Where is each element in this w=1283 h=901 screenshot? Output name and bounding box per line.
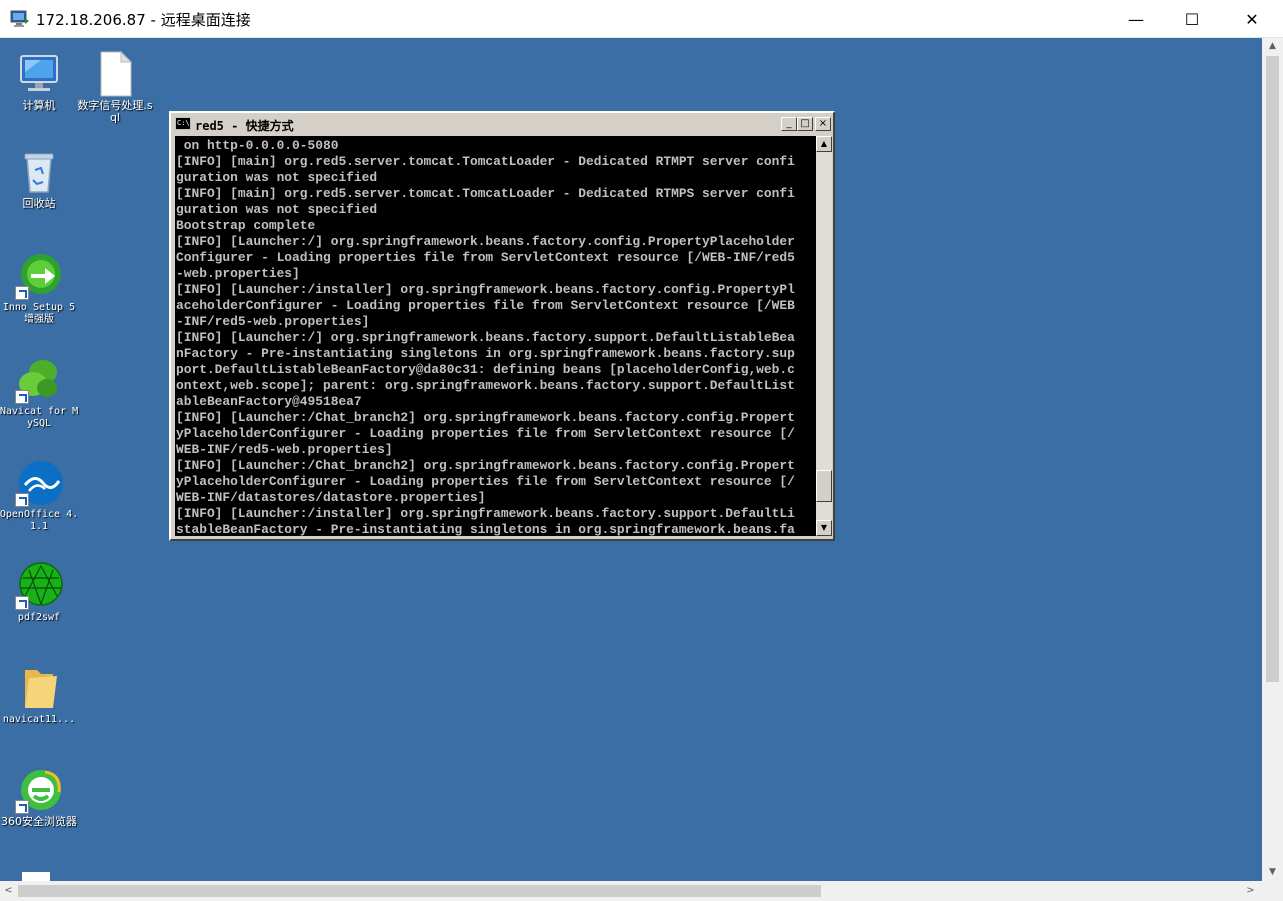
- minimize-icon: —: [1128, 9, 1144, 29]
- desktop-icon-label: 数字信号处理.sql: [77, 99, 153, 124]
- desktop-icon-360-browser[interactable]: 360安全浏览器: [0, 766, 79, 828]
- console-line: Bootstrap complete: [176, 218, 316, 233]
- maximize-icon: □: [800, 118, 810, 129]
- console-line: yPlaceholderConfigurer - Loading propert…: [176, 426, 795, 441]
- console-line: ontext,web.scope]; parent: org.springfra…: [176, 378, 795, 393]
- desktop-icon-label: OpenOffice 4.1.1: [0, 509, 79, 532]
- scroll-down-icon: ▼: [1269, 867, 1276, 877]
- desktop-icon-recycle-bin[interactable]: 回收站: [0, 148, 79, 210]
- desktop-icon-openoffice[interactable]: OpenOffice 4.1.1: [0, 459, 79, 533]
- shortcut-arrow-icon: [15, 800, 29, 814]
- partial-file-icon: [22, 872, 50, 881]
- console-line: yPlaceholderConfigurer - Loading propert…: [176, 474, 795, 489]
- desktop-icon-label: 计算机: [22, 99, 56, 112]
- desktop-icon-navicat11-folder[interactable]: navicat11...: [0, 664, 79, 726]
- desktop-icon-label: 360安全浏览器: [1, 815, 77, 828]
- desktop-icon-label: Navicat for MySQL: [0, 406, 79, 429]
- scroll-left-button[interactable]: <: [0, 881, 17, 901]
- console-close-button[interactable]: ×: [815, 117, 831, 131]
- navicat-icon: [15, 356, 63, 404]
- remote-desktop-icon: [10, 10, 29, 27]
- console-line: WEB-INF/red5-web.properties]: [176, 442, 393, 457]
- console-output[interactable]: on http-0.0.0.0-5080 [INFO] [main] org.r…: [175, 136, 816, 536]
- shortcut-arrow-icon: [15, 493, 29, 507]
- scroll-down-button[interactable]: ▼: [1262, 864, 1283, 881]
- scrollbar-corner: [1262, 881, 1283, 901]
- desktop-icon-label: pdf2swf: [17, 612, 61, 623]
- console-title: red5 - 快捷方式: [195, 119, 294, 133]
- desktop-icon-computer[interactable]: 计算机: [0, 50, 79, 112]
- vertical-scrollbar[interactable]: ▲ ▼: [1262, 38, 1283, 881]
- console-line: on http-0.0.0.0-5080: [176, 138, 339, 153]
- console-scroll-up-button[interactable]: ▲: [816, 136, 832, 152]
- console-line: [INFO] [main] org.red5.server.tomcat.Tom…: [176, 186, 795, 201]
- desktop-icon-navicat[interactable]: Navicat for MySQL: [0, 356, 79, 430]
- console-lines: on http-0.0.0.0-5080 [INFO] [main] org.r…: [176, 138, 816, 536]
- pdf2swf-icon: [15, 562, 63, 610]
- minimize-icon: _: [786, 118, 792, 129]
- desktop-icon-sql-file[interactable]: 数字信号处理.sql: [75, 50, 155, 124]
- console-line: ableBeanFactory@49518ea7: [176, 394, 362, 409]
- recycle-bin-icon: [15, 148, 63, 196]
- maximize-icon: ☐: [1184, 9, 1200, 29]
- shortcut-arrow-icon: [15, 286, 29, 300]
- horizontal-scroll-thumb[interactable]: [18, 885, 821, 897]
- desktop-icon-pdf2swf[interactable]: pdf2swf: [0, 562, 79, 624]
- folder-icon: [15, 664, 63, 712]
- minimize-button[interactable]: —: [1113, 0, 1159, 38]
- shortcut-arrow-icon: [15, 596, 29, 610]
- console-line: guration was not specified: [176, 170, 378, 185]
- maximize-button[interactable]: ☐: [1169, 0, 1215, 38]
- scroll-right-icon: >: [1246, 885, 1255, 896]
- console-line: [INFO] [Launcher:/Chat_branch2] org.spri…: [176, 458, 795, 473]
- console-line: [INFO] [Launcher:/Chat_branch2] org.spri…: [176, 410, 795, 425]
- openoffice-icon: [15, 459, 63, 507]
- console-line: -INF/red5-web.properties]: [176, 314, 370, 329]
- window-title: 172.18.206.87 - 远程桌面连接: [36, 11, 251, 29]
- close-icon: ×: [818, 118, 828, 129]
- console-line: stableBeanFactory - Pre-instantiating si…: [176, 522, 795, 536]
- vertical-scroll-thumb[interactable]: [1266, 56, 1279, 682]
- console-scroll-down-button[interactable]: ▼: [816, 520, 832, 536]
- console-line: port.DefaultListableBeanFactory@da80c31:…: [176, 362, 795, 377]
- close-icon: ✕: [1245, 9, 1259, 29]
- desktop-icon-label: navicat11...: [2, 714, 76, 725]
- horizontal-scrollbar[interactable]: < >: [0, 881, 1262, 901]
- console-window[interactable]: C:\ red5 - 快捷方式 _ □ × on http-0.0.0.0-50…: [169, 111, 835, 541]
- desktop-icon-label: Inno Setup 5 增强版: [2, 302, 76, 325]
- console-icon: C:\: [175, 117, 191, 130]
- console-line: [INFO] [Launcher:/installer] org.springf…: [176, 282, 795, 297]
- file-icon: [91, 50, 139, 98]
- console-line: Configurer - Loading properties file fro…: [176, 250, 795, 265]
- console-titlebar[interactable]: C:\ red5 - 快捷方式 _ □ ×: [173, 115, 831, 133]
- remote-desktop[interactable]: 计算机 数字信号处理.sql 回收站 Inno Setup 5 增强版 Navi…: [0, 38, 1262, 881]
- console-line: [INFO] [Launcher:/installer] org.springf…: [176, 506, 795, 521]
- scroll-right-button[interactable]: >: [1242, 881, 1259, 901]
- console-line: [INFO] [Launcher:/] org.springframework.…: [176, 330, 795, 345]
- scroll-down-icon: ▼: [820, 523, 828, 532]
- console-minimize-button[interactable]: _: [781, 117, 797, 131]
- console-maximize-button[interactable]: □: [797, 117, 813, 131]
- console-scroll-thumb[interactable]: [816, 470, 832, 502]
- scroll-up-button[interactable]: ▲: [1262, 38, 1283, 55]
- console-line: [INFO] [main] org.red5.server.tomcat.Tom…: [176, 154, 795, 169]
- rdp-titlebar[interactable]: 172.18.206.87 - 远程桌面连接 — ☐ ✕: [0, 0, 1283, 38]
- 360-browser-icon: [15, 766, 63, 814]
- shortcut-arrow-icon: [15, 390, 29, 404]
- console-line: [INFO] [Launcher:/] org.springframework.…: [176, 234, 795, 249]
- scroll-up-icon: ▲: [820, 139, 828, 148]
- scroll-left-icon: <: [4, 885, 13, 896]
- desktop-icon-label: 回收站: [22, 197, 56, 210]
- desktop-icon-inno-setup[interactable]: Inno Setup 5 增强版: [0, 252, 79, 326]
- close-button[interactable]: ✕: [1229, 0, 1275, 38]
- console-line: guration was not specified: [176, 202, 378, 217]
- console-line: nFactory - Pre-instantiating singletons …: [176, 346, 795, 361]
- console-line: aceholderConfigurer - Loading properties…: [176, 298, 795, 313]
- console-line: -web.properties]: [176, 266, 300, 281]
- scroll-up-icon: ▲: [1269, 41, 1276, 51]
- console-line: WEB-INF/datastores/datastore.properties]: [176, 490, 486, 505]
- console-scrollbar[interactable]: ▲ ▼: [816, 136, 832, 536]
- computer-icon: [15, 50, 63, 98]
- inno-setup-icon: [15, 252, 63, 300]
